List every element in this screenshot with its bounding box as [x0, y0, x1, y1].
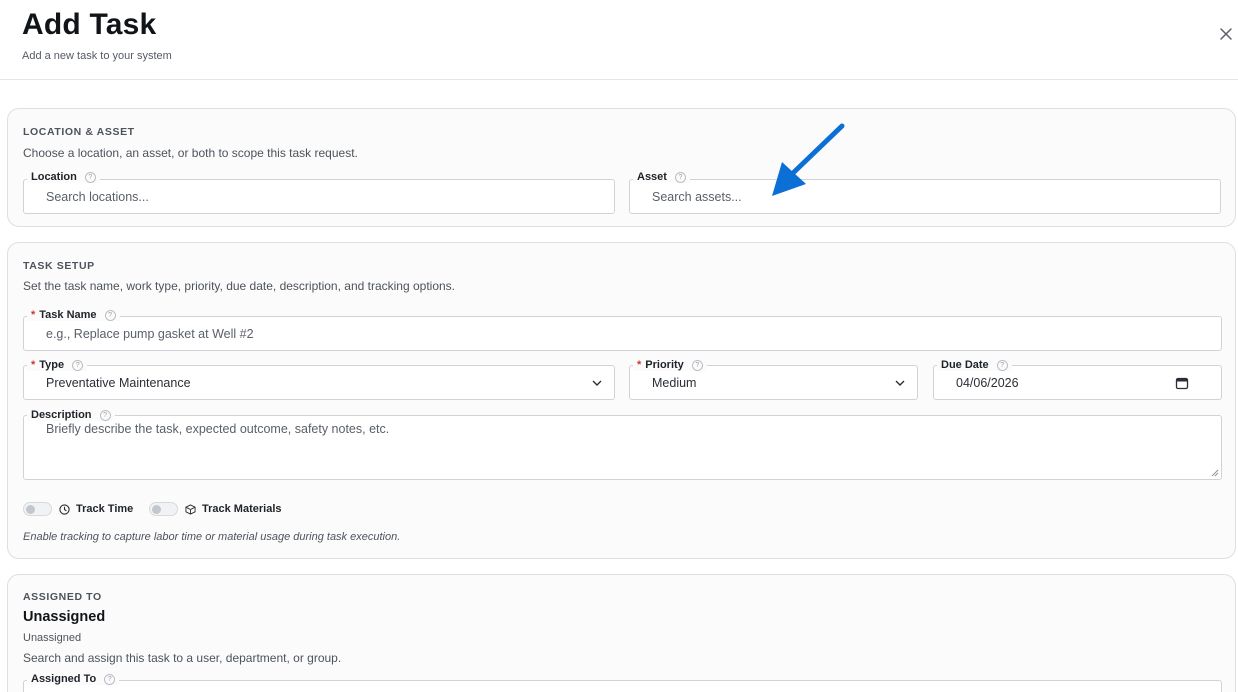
- help-icon: ?: [691, 359, 703, 371]
- chevron-down-icon: [895, 380, 905, 386]
- assignee-subtext: Unassigned: [23, 632, 82, 644]
- box-icon: [185, 503, 196, 515]
- chevron-down-icon: [592, 380, 602, 386]
- task-setup-section: TASK SETUP Set the task name, work type,…: [7, 242, 1236, 559]
- annotation-arrow-icon: [772, 123, 845, 196]
- assigned-to-section: ASSIGNED TO Unassigned Unassigned Search…: [7, 574, 1236, 692]
- help-icon: ?: [72, 359, 84, 371]
- task-name-label: * Task Name?: [27, 309, 120, 321]
- task-name-input[interactable]: e.g., Replace pump gasket at Well #2: [23, 316, 1222, 351]
- location-label: Location?: [27, 171, 100, 183]
- section-description: Search and assign this task to a user, d…: [23, 651, 342, 665]
- clock-icon: [59, 503, 70, 515]
- help-icon: ?: [674, 171, 686, 183]
- help-icon: ?: [996, 359, 1008, 371]
- section-heading: LOCATION & ASSET: [23, 126, 135, 138]
- section-heading: ASSIGNED TO: [23, 591, 102, 603]
- resize-handle-icon[interactable]: [1211, 469, 1219, 477]
- track-materials-toggle[interactable]: [149, 502, 178, 516]
- asset-search-input[interactable]: Search assets...: [629, 179, 1221, 214]
- track-time-toggle[interactable]: [23, 502, 52, 516]
- track-materials-label: Track Materials: [185, 503, 282, 515]
- close-icon[interactable]: [1216, 24, 1236, 44]
- due-date-label: Due Date?: [937, 359, 1012, 371]
- help-icon: ?: [99, 409, 111, 421]
- assigned-to-search-input[interactable]: [23, 680, 1222, 692]
- priority-label: * Priority?: [633, 359, 707, 371]
- section-description: Set the task name, work type, priority, …: [23, 279, 456, 293]
- page-subtitle: Add a new task to your system: [22, 50, 172, 62]
- asset-label: Asset?: [633, 171, 690, 183]
- location-asset-section: LOCATION & ASSET Choose a location, an a…: [7, 108, 1236, 227]
- help-icon: ?: [84, 171, 96, 183]
- section-description: Choose a location, an asset, or both to …: [23, 146, 358, 160]
- help-icon: ?: [104, 309, 116, 321]
- tracking-hint: Enable tracking to capture labor time or…: [23, 531, 401, 543]
- type-select[interactable]: Preventative Maintenance: [23, 365, 615, 400]
- help-icon: ?: [104, 673, 116, 685]
- dialog-header: Add Task Add a new task to your system: [0, 0, 1238, 80]
- description-textarea[interactable]: Briefly describe the task, expected outc…: [23, 415, 1222, 480]
- type-label: * Type?: [27, 359, 88, 371]
- location-search-input[interactable]: Search locations...: [23, 179, 615, 214]
- track-time-label: Track Time: [59, 503, 133, 515]
- section-heading: TASK SETUP: [23, 260, 95, 272]
- calendar-icon[interactable]: [1175, 376, 1189, 390]
- assignee-name: Unassigned: [23, 609, 106, 625]
- page-title: Add Task: [22, 8, 157, 41]
- assigned-to-label: Assigned To?: [27, 673, 120, 685]
- description-label: Description?: [27, 409, 115, 421]
